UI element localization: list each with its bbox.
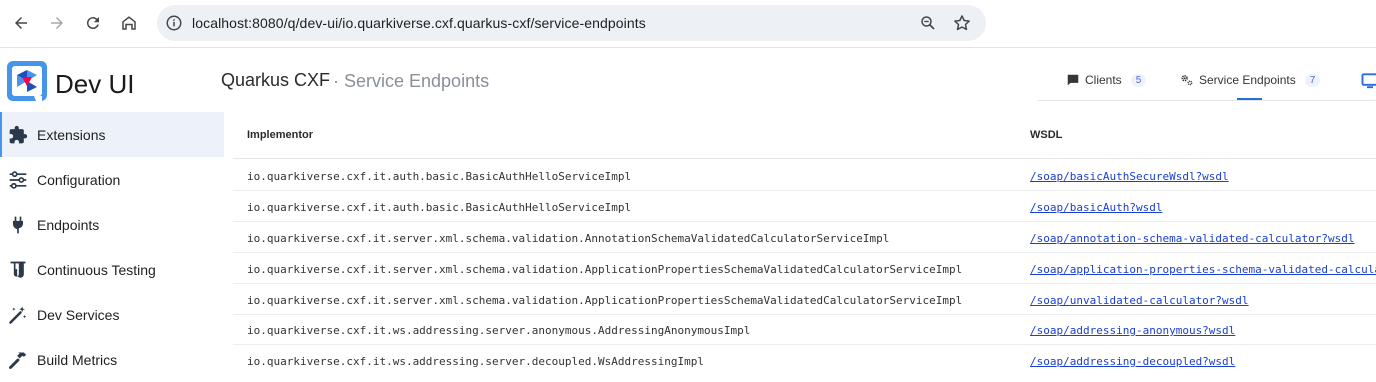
home-icon [120, 14, 138, 32]
wsdl-link[interactable]: /soap/unvalidated-calculator?wsdl [1030, 294, 1249, 307]
flask-icon [8, 260, 28, 280]
count-badge: 7 [1305, 74, 1321, 87]
column-header-implementor[interactable]: Implementor [247, 129, 313, 141]
service-endpoints-table: Implementor WSDL io.quarkiverse.cxf.it.a… [233, 112, 1376, 370]
sidebar-item-dev-services[interactable]: Dev Services [0, 292, 224, 337]
quarkus-logo-icon [6, 60, 48, 102]
wsdl-link[interactable]: /soap/annotation-schema-validated-calcul… [1030, 232, 1355, 245]
sidebar-item-label: Dev Services [37, 307, 119, 323]
comment-icon [1066, 73, 1080, 87]
magic-wand-icon [8, 305, 28, 325]
puzzle-icon [8, 125, 28, 145]
implementor-cell: io.quarkiverse.cxf.it.server.xml.schema.… [247, 232, 889, 245]
wsdl-link[interactable]: /soap/basicAuthSecureWsdl?wsdl [1030, 170, 1229, 183]
arrow-right-icon [48, 14, 66, 32]
zoom-icon[interactable] [919, 14, 937, 32]
table-row: io.quarkiverse.cxf.it.auth.basic.BasicAu… [233, 191, 1376, 222]
table-row: io.quarkiverse.cxf.it.server.xml.schema.… [233, 284, 1376, 315]
wsdl-link[interactable]: /soap/basicAuth?wsdl [1030, 201, 1162, 214]
gears-icon [1180, 73, 1194, 87]
tab-label: Clients [1085, 73, 1122, 87]
implementor-cell: io.quarkiverse.cxf.it.auth.basic.BasicAu… [247, 170, 631, 183]
tab-service-endpoints[interactable]: Service Endpoints 7 [1180, 70, 1320, 90]
sidebar-item-build-metrics[interactable]: Build Metrics [0, 337, 224, 382]
column-header-wsdl[interactable]: WSDL [1030, 129, 1062, 141]
tab-bar: Clients 5 Service Endpoints 7 [1038, 60, 1376, 101]
sidebar-item-continuous-testing[interactable]: Continuous Testing [0, 247, 224, 292]
tab-clients[interactable]: Clients 5 [1066, 70, 1146, 90]
sidebar: Dev UI Extensions Configuration Endpoint… [0, 49, 224, 370]
reload-icon [84, 14, 102, 32]
implementor-cell: io.quarkiverse.cxf.it.ws.addressing.serv… [247, 355, 704, 368]
address-bar[interactable]: localhost:8080/q/dev-ui/io.quarkiverse.c… [157, 5, 986, 41]
monitor-icon[interactable] [1361, 72, 1376, 90]
bookmark-star-icon[interactable] [952, 13, 972, 33]
sidebar-item-label: Configuration [37, 172, 120, 188]
forward-button[interactable] [45, 11, 69, 35]
browser-toolbar: localhost:8080/q/dev-ui/io.quarkiverse.c… [0, 0, 1376, 48]
sidebar-item-extensions[interactable]: Extensions [0, 112, 224, 157]
sidebar-item-label: Continuous Testing [37, 262, 156, 278]
sidebar-item-configuration[interactable]: Configuration [0, 157, 224, 202]
table-row: io.quarkiverse.cxf.it.auth.basic.BasicAu… [233, 160, 1376, 191]
sidebar-item-label: Extensions [37, 127, 105, 143]
table-row: io.quarkiverse.cxf.it.server.xml.schema.… [233, 253, 1376, 284]
arrow-left-icon [12, 14, 30, 32]
sidebar-item-label: Endpoints [37, 217, 99, 233]
back-button[interactable] [9, 11, 33, 35]
table-row: io.quarkiverse.cxf.it.ws.addressing.serv… [233, 345, 1376, 370]
table-row: io.quarkiverse.cxf.it.server.xml.schema.… [233, 222, 1376, 253]
implementor-cell: io.quarkiverse.cxf.it.auth.basic.BasicAu… [247, 201, 631, 214]
reload-button[interactable] [81, 11, 105, 35]
sliders-icon [8, 170, 28, 190]
app-title: Dev UI [55, 69, 134, 100]
plug-icon [8, 215, 28, 235]
implementor-cell: io.quarkiverse.cxf.it.ws.addressing.serv… [247, 324, 750, 337]
sidebar-item-endpoints[interactable]: Endpoints [0, 202, 224, 247]
implementor-cell: io.quarkiverse.cxf.it.server.xml.schema.… [247, 294, 962, 307]
table-header: Implementor WSDL [233, 112, 1376, 159]
quarkus-logo [6, 60, 48, 102]
table-row: io.quarkiverse.cxf.it.ws.addressing.serv… [233, 314, 1376, 345]
site-info-icon[interactable] [165, 14, 183, 32]
wsdl-link[interactable]: /soap/application-properties-schema-vali… [1030, 263, 1376, 276]
page-subtitle: · Service Endpoints [333, 71, 489, 92]
count-badge: 5 [1131, 74, 1147, 87]
tab-label: Service Endpoints [1199, 73, 1296, 87]
home-button[interactable] [117, 11, 141, 35]
page-title: Quarkus CXF [221, 70, 330, 91]
implementor-cell: io.quarkiverse.cxf.it.server.xml.schema.… [247, 263, 962, 276]
wsdl-link[interactable]: /soap/addressing-decoupled?wsdl [1030, 355, 1235, 368]
url-text[interactable]: localhost:8080/q/dev-ui/io.quarkiverse.c… [192, 15, 646, 31]
sidebar-item-label: Build Metrics [37, 352, 117, 368]
hammer-icon [8, 350, 28, 370]
active-tab-indicator [1237, 98, 1262, 100]
wsdl-link[interactable]: /soap/addressing-anonymous?wsdl [1030, 324, 1235, 337]
